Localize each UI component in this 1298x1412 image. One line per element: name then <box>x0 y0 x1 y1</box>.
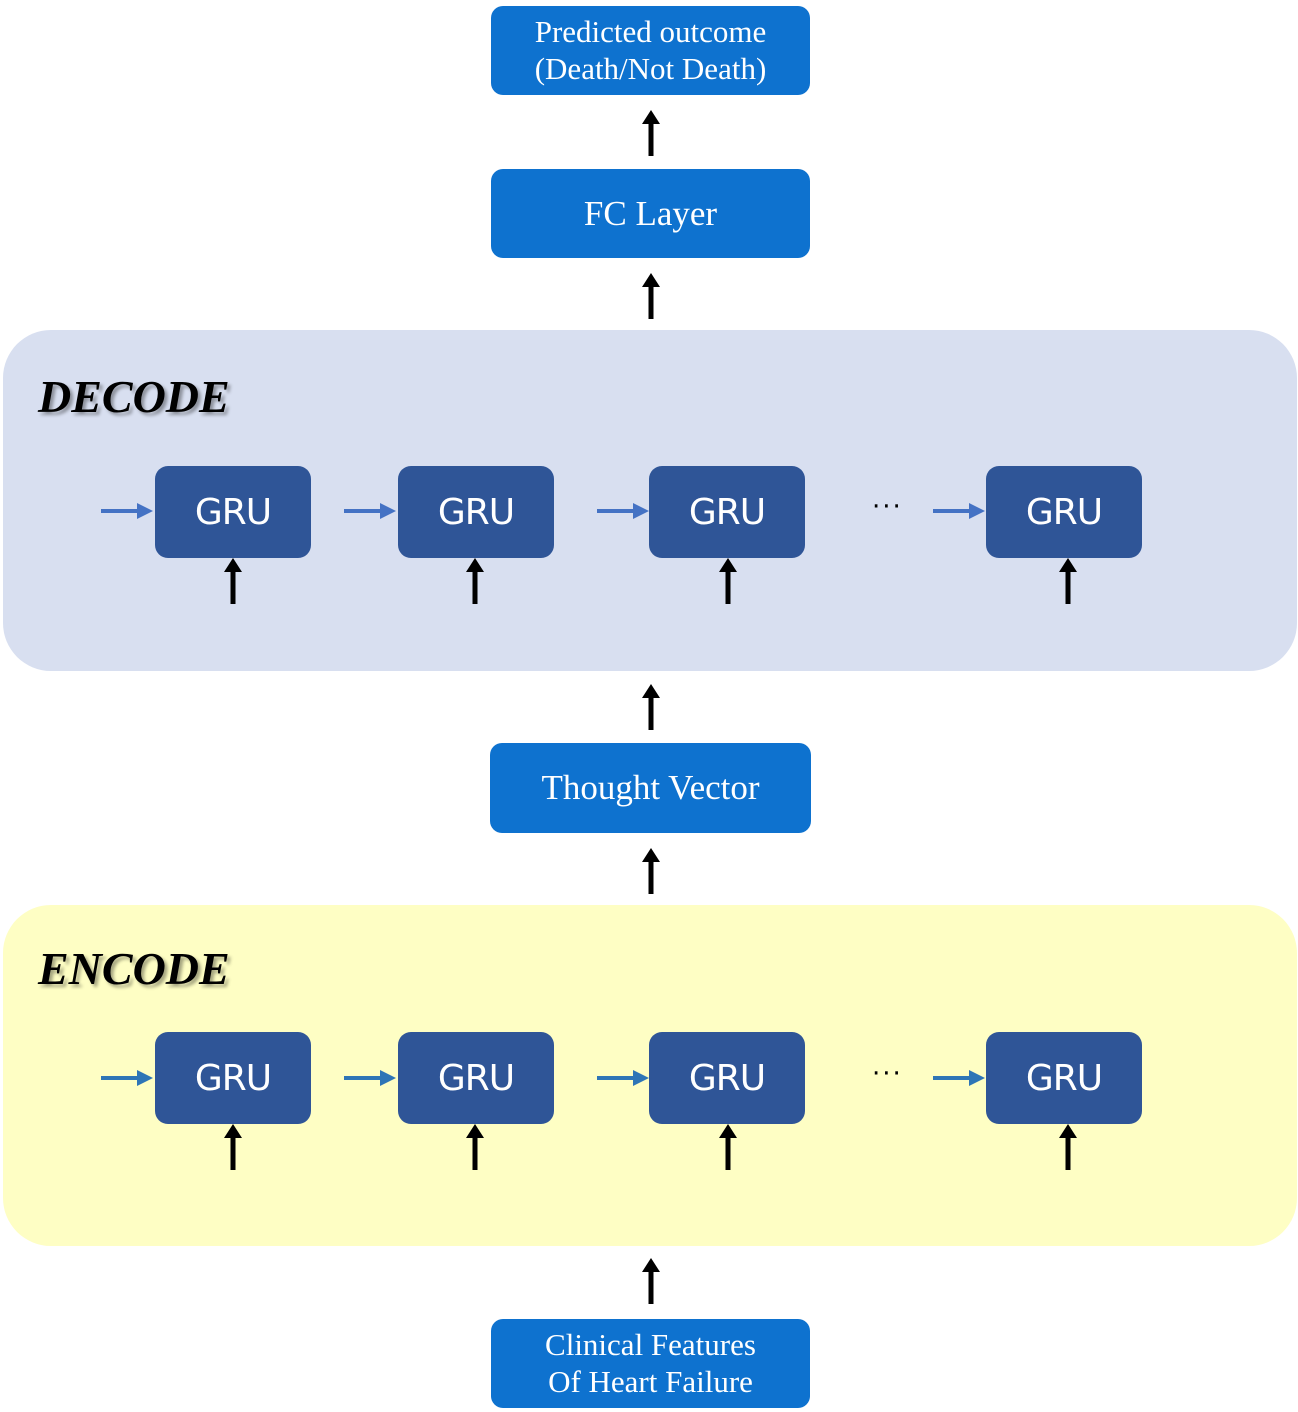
clinical-features-line1: Clinical Features <box>545 1326 756 1362</box>
predicted-outcome-line2: (Death/Not Death) <box>534 50 767 86</box>
arrow-right-icon <box>933 1070 985 1086</box>
encode-gru-cell-1: GRU <box>155 1032 311 1124</box>
arrow-up-icon <box>642 848 660 894</box>
arrow-up-icon <box>466 558 484 604</box>
predicted-outcome-node: Predicted outcome (Death/Not Death) <box>491 6 810 95</box>
arrow-up-icon <box>642 684 660 730</box>
arrow-right-icon <box>344 1070 396 1086</box>
arrow-up-icon <box>719 1124 737 1170</box>
arrow-right-icon <box>101 1070 153 1086</box>
arrow-up-icon <box>642 1258 660 1304</box>
decode-gru-cell-1: GRU <box>155 466 311 558</box>
arrow-right-icon <box>933 503 985 519</box>
arrow-up-icon <box>642 110 660 156</box>
encode-ellipsis: ··· <box>872 1059 903 1089</box>
encode-title: ENCODE <box>38 943 230 994</box>
arrow-up-icon <box>224 558 242 604</box>
arrow-right-icon <box>344 503 396 519</box>
arrow-up-icon <box>719 558 737 604</box>
arrow-up-icon <box>1059 1124 1077 1170</box>
fc-layer-node: FC Layer <box>491 169 810 258</box>
arrow-up-icon <box>1059 558 1077 604</box>
decode-gru-cell-4: GRU <box>986 466 1142 558</box>
thought-vector-label: Thought Vector <box>541 768 760 808</box>
clinical-features-line2: Of Heart Failure <box>548 1363 753 1399</box>
predicted-outcome-line1: Predicted outcome <box>534 13 767 49</box>
encode-gru-cell-4: GRU <box>986 1032 1142 1124</box>
encode-gru-cell-3: GRU <box>649 1032 805 1124</box>
arrow-right-icon <box>101 503 153 519</box>
decode-title: DECODE <box>38 371 230 422</box>
decode-gru-cell-2: GRU <box>398 466 554 558</box>
arrow-up-icon <box>224 1124 242 1170</box>
encode-gru-cell-2: GRU <box>398 1032 554 1124</box>
decode-ellipsis: ··· <box>872 492 903 522</box>
thought-vector-node: Thought Vector <box>490 743 811 833</box>
clinical-features-node: Clinical Features Of Heart Failure <box>491 1319 810 1408</box>
decode-gru-cell-3: GRU <box>649 466 805 558</box>
arrow-right-icon <box>597 503 649 519</box>
fc-layer-label: FC Layer <box>583 193 718 233</box>
arrow-up-icon <box>642 273 660 319</box>
arrow-right-icon <box>597 1070 649 1086</box>
arrow-up-icon <box>466 1124 484 1170</box>
